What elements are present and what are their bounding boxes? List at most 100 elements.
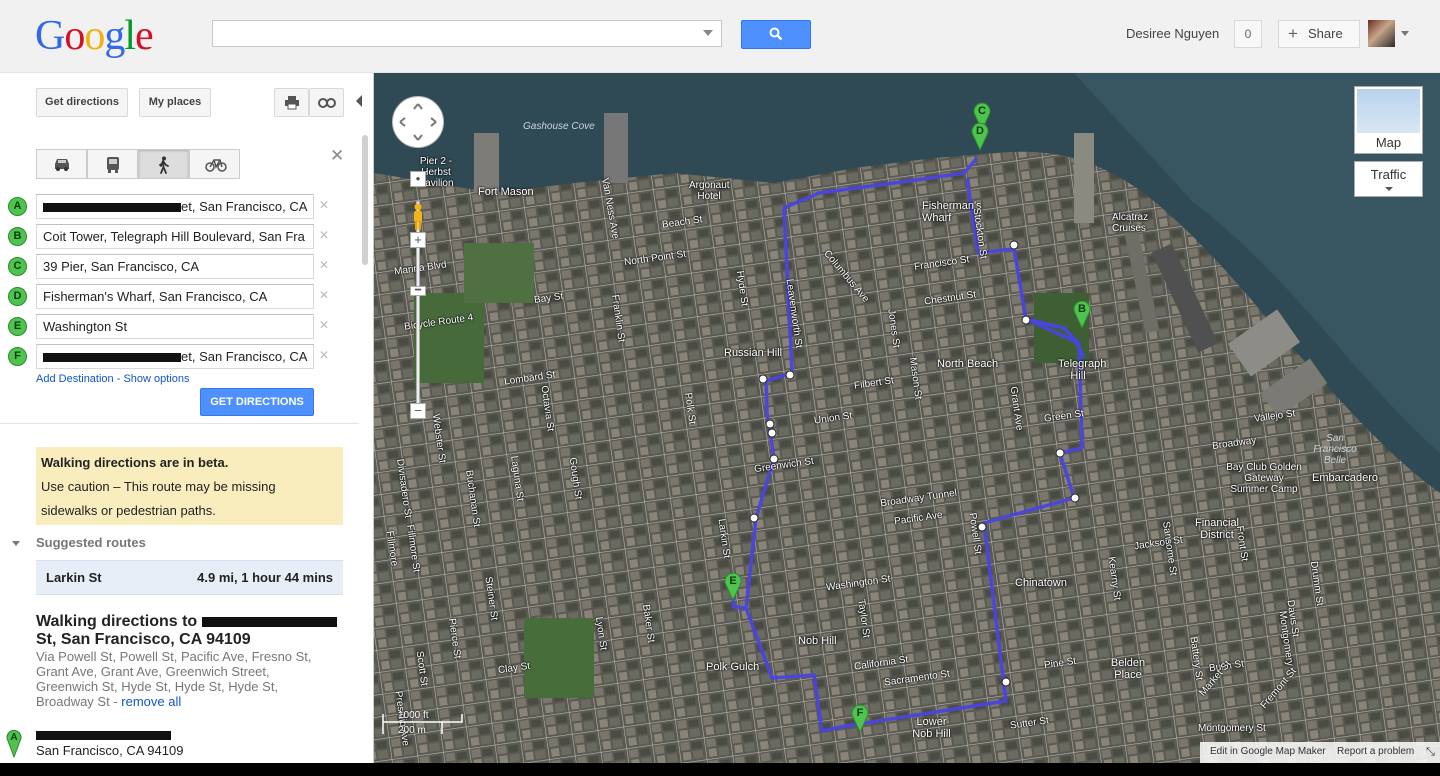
remove-destination-icon[interactable]: ✕ [319,288,329,302]
suggested-routes-heading[interactable]: Suggested routes [36,535,146,550]
share-button[interactable]: + Share [1278,20,1360,48]
destination-row: B Coit Tower, Telegraph Hill Boulevard, … [0,222,340,252]
destination-row: E Washington St ✕ [0,312,340,342]
map-label: Lower Nob Hill [912,716,951,740]
resize-icon[interactable]: ⤡ [1426,746,1435,759]
route-summary: 4.9 mi, 1 hour 44 mins [197,570,333,585]
zoom-in-button[interactable]: + [410,232,426,248]
marker-f-icon[interactable]: F [8,347,27,366]
remove-destination-icon[interactable]: ✕ [319,318,329,332]
start-address-line2: San Francisco, CA 94109 [36,743,184,758]
mode-walking-button[interactable] [138,149,189,179]
marker-b-icon[interactable]: B [1072,299,1092,329]
map-type-label: Map [1375,135,1402,150]
notification-count[interactable]: 0 [1234,20,1262,48]
destination-row: D Fisherman's Wharf, San Francisco, CA ✕ [0,282,340,312]
remove-destination-icon[interactable]: ✕ [319,348,329,362]
zoom-slider-handle[interactable]: ━ [410,286,426,296]
destination-input[interactable]: et, San Francisco, CA [36,194,314,219]
map-label: Argonaut Hotel [689,180,730,202]
destination-row: A et, San Francisco, CA ✕ [0,192,340,222]
chevron-down-icon[interactable] [1401,31,1409,36]
marker-d-icon[interactable]: D [8,287,27,306]
add-destination-link[interactable]: Add Destination [36,373,114,385]
marker-a-icon[interactable]: A [6,728,22,758]
map-label: Nob Hill [798,635,837,647]
mode-car-button[interactable] [36,149,87,179]
marker-b-icon[interactable]: B [8,227,27,246]
svg-text:F: F [857,707,864,719]
svg-text:B: B [1078,303,1086,315]
marker-d-icon[interactable]: D [970,121,990,151]
remove-destination-icon[interactable]: ✕ [319,228,329,242]
traffic-button[interactable]: Traffic [1354,161,1423,197]
arrows-icon [399,103,437,141]
via-streets: Via Powell St, Powell St, Pacific Ave, F… [36,649,326,709]
map-label: Embarcadero [1312,472,1379,484]
travel-mode-selector [36,149,241,179]
start-address-line1 [36,727,171,742]
search-icon [769,27,783,41]
svg-text:C: C [978,105,986,117]
beta-notice: Walking directions are in beta. Use caut… [36,447,343,525]
search-input[interactable] [212,20,722,47]
get-directions-tab[interactable]: Get directions [36,88,128,117]
close-icon[interactable]: ✕ [330,146,344,166]
pan-control[interactable] [392,96,444,148]
marker-c-icon[interactable]: C [8,257,27,276]
avatar[interactable] [1368,20,1395,47]
map-canvas[interactable]: Gashouse Cove Fort Mason Argonaut Hotel … [374,73,1440,763]
scrollbar-thumb[interactable] [362,135,368,265]
destination-input[interactable]: 39 Pier, San Francisco, CA [36,254,314,279]
destination-input[interactable]: Washington St [36,314,314,339]
remove-all-link[interactable]: remove all [121,694,181,709]
marker-f-icon[interactable]: F [850,703,870,733]
destination-value: et, San Francisco, CA [181,199,308,214]
scale-ft: 1000 ft [398,710,429,721]
link-separator: - [113,373,124,385]
edit-map-maker-link[interactable]: Edit in Google Map Maker [1210,746,1326,757]
bus-icon [107,157,119,173]
zoom-out-button[interactable]: − [410,403,426,419]
beta-notice-line1: Use caution – This route may be missing [41,479,276,494]
pegman-icon[interactable] [412,203,424,231]
chevron-down-icon[interactable] [12,541,20,546]
print-button[interactable] [274,88,309,117]
marker-e-icon[interactable]: E [723,571,743,601]
get-directions-button[interactable]: GET DIRECTIONS [200,388,314,416]
show-options-link[interactable]: Show options [123,373,189,385]
destination-input[interactable]: Fisherman's Wharf, San Francisco, CA [36,284,314,309]
map-label: Telegraph Hill [1058,358,1107,382]
report-problem-link[interactable]: Report a problem [1337,746,1414,757]
map-label: Gashouse Cove [523,121,595,132]
collapse-panel-icon[interactable] [356,95,362,107]
google-logo[interactable]: Google [35,12,154,60]
marker-e-icon[interactable]: E [8,317,27,336]
remove-destination-icon[interactable]: ✕ [319,258,329,272]
walking-title-prefix: Walking directions to [36,613,198,630]
user-name[interactable]: Desiree Nguyen [1126,26,1219,41]
destination-value: et, San Francisco, CA [181,349,308,364]
mode-bicycle-button[interactable] [189,149,240,179]
destination-input[interactable]: et, San Francisco, CA [36,344,314,369]
destination-row: F et, San Francisco, CA ✕ [0,342,340,372]
link-icon [318,98,336,108]
marker-a-icon[interactable]: A [8,197,27,216]
map-type-button[interactable]: Map [1354,86,1423,154]
walking-icon [159,156,169,174]
destination-row: C 39 Pier, San Francisco, CA ✕ [0,252,340,282]
search-button[interactable] [741,20,811,49]
mode-transit-button[interactable] [87,149,138,179]
map-label: Polk Gulch [706,661,760,673]
destination-input[interactable]: Coit Tower, Telegraph Hill Boulevard, Sa… [36,224,314,249]
plus-icon: + [1288,24,1298,43]
my-places-tab[interactable]: My places [139,88,211,117]
remove-destination-icon[interactable]: ✕ [319,198,329,212]
route-option[interactable]: Larkin St 4.9 mi, 1 hour 44 mins [36,560,343,595]
search-dropdown-icon[interactable] [703,30,713,36]
traffic-label: Traffic [1370,167,1407,182]
location-icon[interactable]: • [410,171,426,187]
route-name: Larkin St [46,570,102,585]
link-button[interactable] [309,88,344,117]
svg-text:A: A [10,732,17,743]
